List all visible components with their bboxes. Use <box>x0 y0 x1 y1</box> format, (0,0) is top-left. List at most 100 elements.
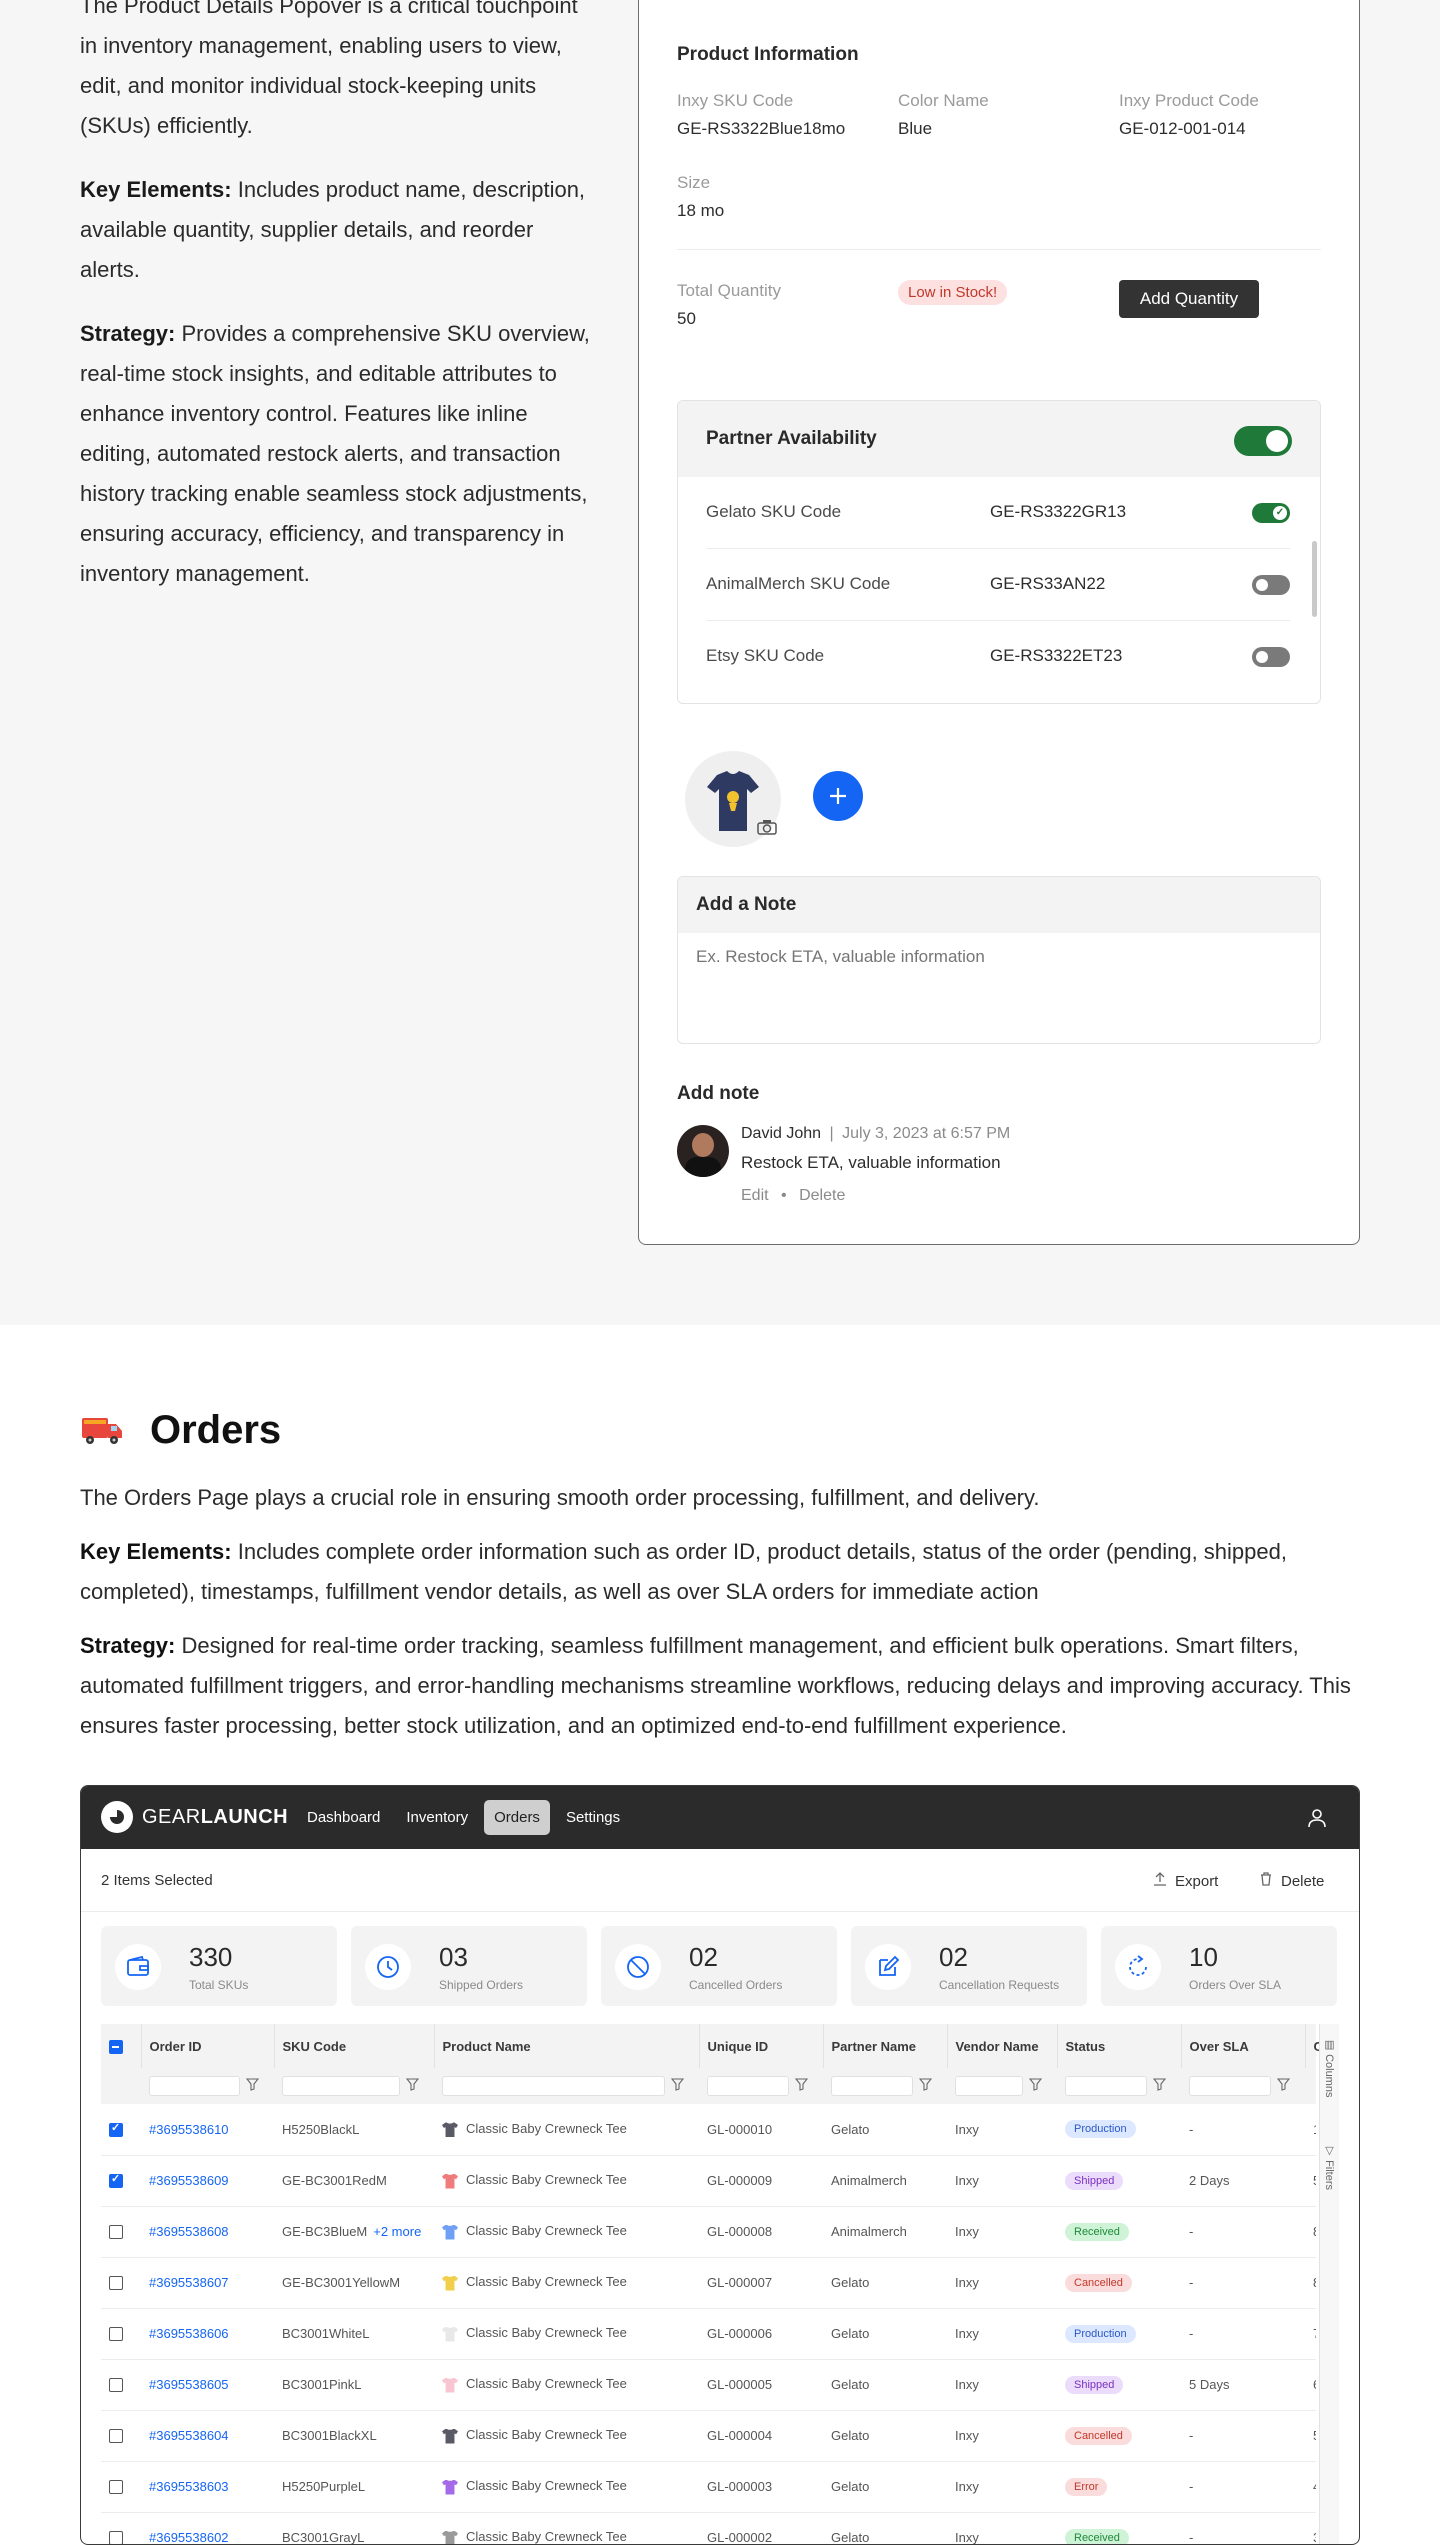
filter-input[interactable] <box>1189 2076 1271 2096</box>
row-checkbox[interactable] <box>109 2276 123 2291</box>
column-header[interactable]: Vendor Name <box>947 2024 1058 2068</box>
row-checkbox[interactable] <box>109 2429 123 2444</box>
product-information-title: Product Information <box>677 44 859 65</box>
row-checkbox[interactable] <box>109 2327 123 2342</box>
filter-icon[interactable] <box>670 2078 685 2094</box>
filter-input[interactable] <box>442 2076 665 2096</box>
table-row[interactable]: #3695538607 GE-BC3001YellowM Classic Baby … <box>101 2257 1316 2309</box>
table-row[interactable]: #3695538603 H5250PurpleL Classic Baby Crew… <box>101 2461 1316 2513</box>
partner-toggle-gelato[interactable] <box>1252 503 1290 523</box>
order-id-link[interactable]: #3695538607 <box>149 2275 229 2290</box>
table-row[interactable]: #3695538605 BC3001PinkL Classic Baby Crewn… <box>101 2359 1316 2411</box>
stat-card-total-skus[interactable]: 330 Total SKUs <box>101 1926 337 2006</box>
export-button[interactable]: Export <box>1153 1872 1218 1890</box>
order-id-link[interactable]: #3695538605 <box>149 2377 229 2392</box>
filter-icon[interactable] <box>794 2078 809 2094</box>
order-id-link[interactable]: #3695538604 <box>149 2428 229 2443</box>
row-checkbox[interactable] <box>109 2225 123 2240</box>
filter-icon[interactable] <box>1276 2078 1291 2094</box>
column-header[interactable]: Product Name <box>434 2024 700 2068</box>
filter-input[interactable] <box>282 2076 400 2096</box>
note-input[interactable] <box>678 933 1320 981</box>
nav-item-settings[interactable]: Settings <box>556 1800 630 1835</box>
filter-input[interactable] <box>955 2076 1023 2096</box>
sku-code-value[interactable]: GE-RS3322Blue18mo <box>677 119 845 139</box>
stat-card-orders-over-sla[interactable]: 10 Orders Over SLA <box>1101 1926 1337 2006</box>
nav-item-inventory[interactable]: Inventory <box>396 1800 478 1835</box>
comment-delete-link[interactable]: Delete <box>799 1187 845 1204</box>
status-cell: Received <box>1057 2206 1181 2258</box>
row-checkbox[interactable] <box>109 2378 123 2393</box>
more-skus-link[interactable]: +2 more <box>373 2224 421 2239</box>
filter-input[interactable] <box>831 2076 913 2096</box>
select-all-checkbox[interactable] <box>109 2039 123 2054</box>
filter-input[interactable] <box>707 2076 789 2096</box>
filter-input[interactable] <box>149 2076 240 2096</box>
filter-icon[interactable] <box>1028 2078 1043 2094</box>
column-header[interactable]: Over SLA <box>1181 2024 1306 2068</box>
nav-item-dashboard[interactable]: Dashboard <box>297 1800 390 1835</box>
product-name: Classic Baby Crewneck Tee <box>466 2223 627 2239</box>
product-cell: Classic Baby Crewneck Tee <box>434 2257 699 2309</box>
column-header[interactable]: Status <box>1057 2024 1182 2068</box>
product-cell: Classic Baby Crewneck Tee <box>434 2359 699 2411</box>
filter-icon[interactable] <box>245 2078 260 2094</box>
status-cell: Error <box>1057 2461 1181 2513</box>
strategy-label: Strategy: <box>80 1633 176 1658</box>
column-header[interactable]: SKU Code <box>274 2024 435 2068</box>
row-checkbox[interactable] <box>109 2172 123 2189</box>
table-row[interactable]: #3695538609 GE-BC3001RedM Classic Baby Cre… <box>101 2155 1316 2207</box>
partner-availability-panel: Partner Availability Gelato SKU Code GE-… <box>677 400 1321 704</box>
table-row[interactable]: #3695538602 BC3001GrayL Classic Baby Crewn… <box>101 2512 1316 2544</box>
filter-icon[interactable] <box>405 2078 420 2094</box>
column-header[interactable]: Unique ID <box>699 2024 824 2068</box>
add-quantity-button[interactable]: Add Quantity <box>1119 280 1259 318</box>
comment-edit-link[interactable]: Edit <box>741 1187 769 1204</box>
stat-label: Orders Over SLA <box>1189 1978 1282 1992</box>
row-checkbox[interactable] <box>109 2531 123 2544</box>
filter-input[interactable] <box>1065 2076 1147 2096</box>
order-id-link[interactable]: #3695538602 <box>149 2530 229 2544</box>
partner-toggle-etsy[interactable] <box>1252 647 1290 667</box>
row-checkbox[interactable] <box>109 2121 123 2138</box>
column-header[interactable]: Partner Name <box>823 2024 948 2068</box>
color-name-value[interactable]: Blue <box>898 119 989 139</box>
order-id-link[interactable]: #3695538610 <box>149 2122 229 2137</box>
key-elements-label: Key Elements: <box>80 1539 232 1564</box>
order-id-link[interactable]: #3695538603 <box>149 2479 229 2494</box>
filter-icon[interactable] <box>1152 2078 1167 2094</box>
size-value[interactable]: 18 mo <box>677 201 724 221</box>
table-row[interactable]: #3695538604 BC3001BlackXL Classic Baby Cre… <box>101 2410 1316 2462</box>
stat-card-cancelled-orders[interactable]: 02 Cancelled Orders <box>601 1926 837 2006</box>
stat-card-shipped-orders[interactable]: 03 Shipped Orders <box>351 1926 587 2006</box>
order-id-link[interactable]: #3695538608 <box>149 2224 229 2239</box>
delete-button[interactable]: Delete <box>1259 1872 1324 1890</box>
table-row[interactable]: #3695538610 H5250BlackL Classic Baby Crewn… <box>101 2104 1316 2156</box>
partner-scrollbar[interactable] <box>1312 541 1317 617</box>
nav-item-orders[interactable]: Orders <box>484 1800 550 1835</box>
filter-icon[interactable] <box>918 2078 933 2094</box>
order-id-link[interactable]: #3695538606 <box>149 2326 229 2341</box>
column-header[interactable]: C <box>1305 2024 1323 2068</box>
columns-tab[interactable]: ▥ Columns <box>1323 2038 1336 2097</box>
partner-name: AnimalMerch SKU Code <box>706 574 891 593</box>
order-id-cell: #3695538604 <box>141 2410 274 2462</box>
camera-icon[interactable] <box>757 819 777 840</box>
table-row[interactable]: #3695538606 BC3001WhiteL Classic Baby Crew… <box>101 2308 1316 2360</box>
row-checkbox[interactable] <box>109 2480 123 2495</box>
user-icon[interactable] <box>1305 1806 1329 1830</box>
filters-tab[interactable]: ▽ Filters <box>1323 2144 1336 2190</box>
partner-availability-toggle[interactable] <box>1234 426 1292 456</box>
product-code-value[interactable]: GE-012-001-014 <box>1119 119 1259 139</box>
stat-card-cancellation-requests[interactable]: 02 Cancellation Requests <box>851 1926 1087 2006</box>
add-note-panel: Add a Note <box>677 876 1321 1044</box>
gearlaunch-logo[interactable]: GEARLAUNCH <box>101 1800 288 1834</box>
column-header[interactable]: Order ID <box>141 2024 275 2068</box>
vendor-cell: Inxy <box>947 2308 1057 2360</box>
product-name: Classic Baby Crewneck Tee <box>466 2376 627 2392</box>
partner-toggle-animalmerch[interactable] <box>1252 575 1290 595</box>
order-id-link[interactable]: #3695538609 <box>149 2173 229 2188</box>
add-image-button[interactable] <box>813 771 863 821</box>
table-row[interactable]: #3695538608 GE-BC3BlueM +2 more Classic Bab… <box>101 2206 1316 2258</box>
low-stock-badge: Low in Stock! <box>898 280 1008 305</box>
